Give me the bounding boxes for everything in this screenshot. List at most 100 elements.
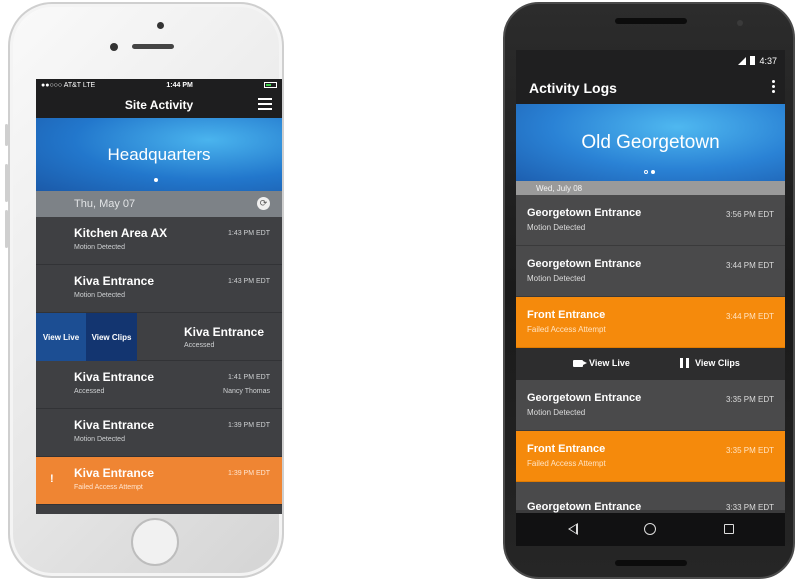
activity-row[interactable]: Georgetown Entrance Motion Detected 3:35… bbox=[516, 380, 785, 431]
activity-row-alert[interactable]: Front Entrance Failed Access Attempt 3:4… bbox=[516, 297, 785, 348]
row-action-bar: View Live View Clips bbox=[516, 348, 785, 380]
event-subtitle: Accessed bbox=[74, 388, 105, 395]
event-time: 3:35 PM EDT bbox=[725, 446, 774, 455]
event-user: Nancy Thomas bbox=[223, 388, 270, 395]
event-time: 1:43 PM EDT bbox=[227, 230, 270, 237]
event-title: Kiva Entrance bbox=[74, 370, 155, 384]
ios-status-bar: ●●○○○ AT&T LTE 1:44 PM bbox=[36, 79, 282, 91]
battery-icon bbox=[750, 56, 756, 65]
video-camera-icon bbox=[573, 359, 587, 367]
page-title: Activity Logs bbox=[529, 79, 617, 96]
page-indicator bbox=[644, 170, 655, 174]
view-live-button[interactable]: View Live bbox=[36, 313, 86, 361]
event-time: 1:41 PM EDT bbox=[227, 374, 270, 381]
iphone-camera-icon bbox=[157, 22, 164, 29]
event-title: Georgetown Entrance bbox=[527, 207, 642, 219]
android-top-speaker bbox=[615, 18, 687, 24]
hamburger-menu-icon[interactable] bbox=[258, 98, 272, 110]
date-header: Wed, July 08 bbox=[516, 181, 785, 195]
event-subtitle: Accessed bbox=[184, 342, 215, 349]
event-subtitle: Motion Detected bbox=[527, 223, 586, 232]
activity-row-swiped[interactable]: View Live View Clips Kiva Entrance Acces… bbox=[36, 313, 282, 361]
iphone-screen: ●●○○○ AT&T LTE 1:44 PM Site Activity Hea… bbox=[36, 79, 282, 514]
view-clips-button[interactable]: View Clips bbox=[680, 358, 740, 368]
date-label: Wed, July 08 bbox=[536, 183, 583, 193]
event-subtitle: Motion Detected bbox=[74, 244, 125, 251]
event-time: 3:35 PM EDT bbox=[725, 395, 774, 404]
event-time: 3:33 PM EDT bbox=[725, 503, 774, 512]
event-title: Front Entrance bbox=[527, 309, 606, 321]
android-status-bar: 4:37 bbox=[516, 50, 785, 71]
iphone-home-button[interactable] bbox=[131, 518, 179, 566]
iphone-mute-switch bbox=[5, 124, 8, 146]
home-icon[interactable] bbox=[644, 523, 656, 535]
event-title: Front Entrance bbox=[527, 443, 606, 455]
activity-row[interactable]: Kiva Entrance Motion Detected 1:39 PM ED… bbox=[36, 409, 282, 457]
site-name: Old Georgetown bbox=[581, 131, 720, 153]
date-label: Thu, May 07 bbox=[74, 198, 136, 210]
event-title: Georgetown Entrance bbox=[527, 392, 642, 404]
event-subtitle: Motion Detected bbox=[74, 436, 125, 443]
view-clips-label: View Clips bbox=[695, 358, 740, 368]
activity-row[interactable]: Kiva Entrance Motion Detected 1:43 PM ED… bbox=[36, 265, 282, 313]
recent-apps-icon[interactable] bbox=[724, 524, 734, 534]
signal-icon bbox=[738, 56, 747, 65]
android-navigation-bar bbox=[516, 513, 785, 546]
back-icon[interactable] bbox=[568, 523, 578, 535]
event-title: Kiva Entrance bbox=[74, 274, 155, 288]
page-indicator-dot bbox=[154, 178, 158, 182]
event-title: Kitchen Area AX bbox=[74, 226, 168, 240]
event-time: 3:44 PM EDT bbox=[725, 312, 774, 321]
view-clips-button[interactable]: View Clips bbox=[86, 313, 137, 361]
event-title: Kiva Entrance bbox=[74, 466, 155, 480]
event-time: 1:43 PM EDT bbox=[227, 278, 270, 285]
event-time: 3:44 PM EDT bbox=[725, 261, 774, 270]
event-time: 1:39 PM EDT bbox=[227, 422, 270, 429]
event-time: 3:56 PM EDT bbox=[725, 210, 774, 219]
status-time: 4:37 bbox=[759, 55, 777, 66]
activity-row[interactable]: Georgetown Entrance Motion Detected 3:44… bbox=[516, 246, 785, 297]
activity-row-alert[interactable]: Front Entrance Failed Access Attempt 3:3… bbox=[516, 431, 785, 482]
event-subtitle: Motion Detected bbox=[527, 274, 586, 283]
site-name: Headquarters bbox=[107, 144, 211, 164]
event-title: Kiva Entrance bbox=[74, 418, 155, 432]
film-icon bbox=[680, 358, 689, 368]
event-title: Kiva Entrance bbox=[184, 325, 265, 339]
iphone-volume-up bbox=[5, 164, 8, 202]
app-bar: Activity Logs bbox=[516, 71, 785, 104]
iphone-device-frame: ●●○○○ AT&T LTE 1:44 PM Site Activity Hea… bbox=[5, 2, 284, 578]
view-live-button[interactable]: View Live bbox=[573, 358, 630, 368]
android-bottom-speaker bbox=[615, 560, 687, 566]
iphone-speaker bbox=[132, 44, 174, 49]
page-title: Site Activity bbox=[124, 97, 194, 112]
site-banner[interactable]: Old Georgetown bbox=[516, 104, 785, 181]
android-screen: 4:37 Activity Logs Old Georgetown Wed, J… bbox=[516, 50, 785, 546]
activity-row[interactable]: Kiva Entrance Accessed 1:41 PM EDT Nancy… bbox=[36, 361, 282, 409]
event-title: Georgetown Entrance bbox=[527, 258, 642, 270]
view-live-label: View Live bbox=[589, 358, 630, 368]
iphone-volume-down bbox=[5, 210, 8, 248]
date-header: Thu, May 07 ⟳ bbox=[36, 191, 282, 217]
activity-row-alert[interactable]: ! Kiva Entrance Failed Access Attempt 1:… bbox=[36, 457, 282, 505]
event-subtitle: Failed Access Attempt bbox=[527, 325, 606, 334]
activity-row-partial[interactable]: Georgetown Entrance 3:33 PM EDT bbox=[516, 482, 785, 513]
event-subtitle: Motion Detected bbox=[527, 408, 586, 417]
refresh-icon[interactable]: ⟳ bbox=[257, 197, 270, 210]
event-subtitle: Motion Detected bbox=[74, 292, 125, 299]
status-time: 1:44 PM bbox=[166, 81, 193, 89]
activity-row[interactable]: Kitchen Area AX Motion Detected 1:43 PM … bbox=[36, 217, 282, 265]
alert-icon: ! bbox=[50, 473, 54, 485]
overflow-menu-icon[interactable] bbox=[772, 80, 775, 95]
battery-icon bbox=[264, 82, 277, 88]
iphone-front-camera-icon bbox=[110, 43, 118, 51]
activity-row[interactable]: Georgetown Entrance Motion Detected 3:56… bbox=[516, 195, 785, 246]
event-subtitle: Failed Access Attempt bbox=[74, 484, 143, 491]
ios-navigation-bar: Site Activity bbox=[36, 91, 282, 118]
android-device-frame: 4:37 Activity Logs Old Georgetown Wed, J… bbox=[503, 2, 795, 579]
android-camera-icon bbox=[737, 20, 743, 26]
event-title: Georgetown Entrance bbox=[527, 501, 642, 513]
carrier-signal: ●●○○○ AT&T LTE bbox=[41, 81, 96, 89]
event-subtitle: Failed Access Attempt bbox=[527, 459, 606, 468]
event-time: 1:39 PM EDT bbox=[227, 470, 270, 477]
site-banner[interactable]: Headquarters bbox=[36, 118, 282, 191]
